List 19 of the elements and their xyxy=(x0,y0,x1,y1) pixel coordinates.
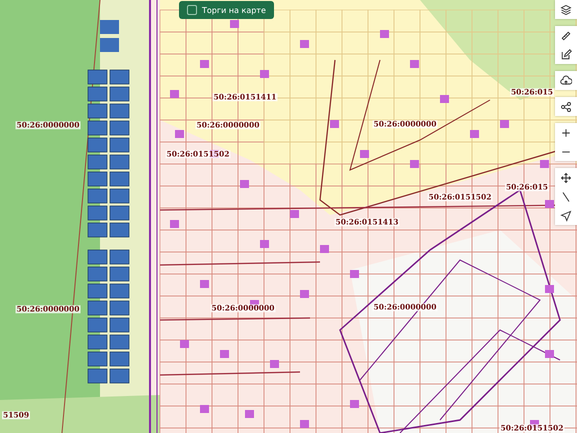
ruler-button[interactable] xyxy=(555,26,577,45)
checkbox[interactable] xyxy=(187,5,197,15)
move-button[interactable] xyxy=(555,168,577,187)
edit-icon xyxy=(560,48,572,60)
line-tool-icon xyxy=(560,190,572,202)
navigation-arrow-button[interactable] xyxy=(555,206,577,225)
cloud-upload-button[interactable] xyxy=(555,71,577,90)
navigation-arrow-icon xyxy=(560,210,572,222)
layers-button[interactable] xyxy=(555,0,577,19)
cloud-upload-icon xyxy=(560,74,572,86)
zoom-in-icon xyxy=(560,126,572,138)
edit-button[interactable] xyxy=(555,45,577,64)
layers-icon xyxy=(560,4,572,16)
share-button[interactable] xyxy=(555,97,577,116)
ruler-icon xyxy=(560,30,572,42)
share-icon xyxy=(560,100,572,112)
zoom-in-button[interactable] xyxy=(555,123,577,142)
auction-map-toggle[interactable]: Торги на карте xyxy=(179,1,274,19)
move-icon xyxy=(560,172,572,184)
